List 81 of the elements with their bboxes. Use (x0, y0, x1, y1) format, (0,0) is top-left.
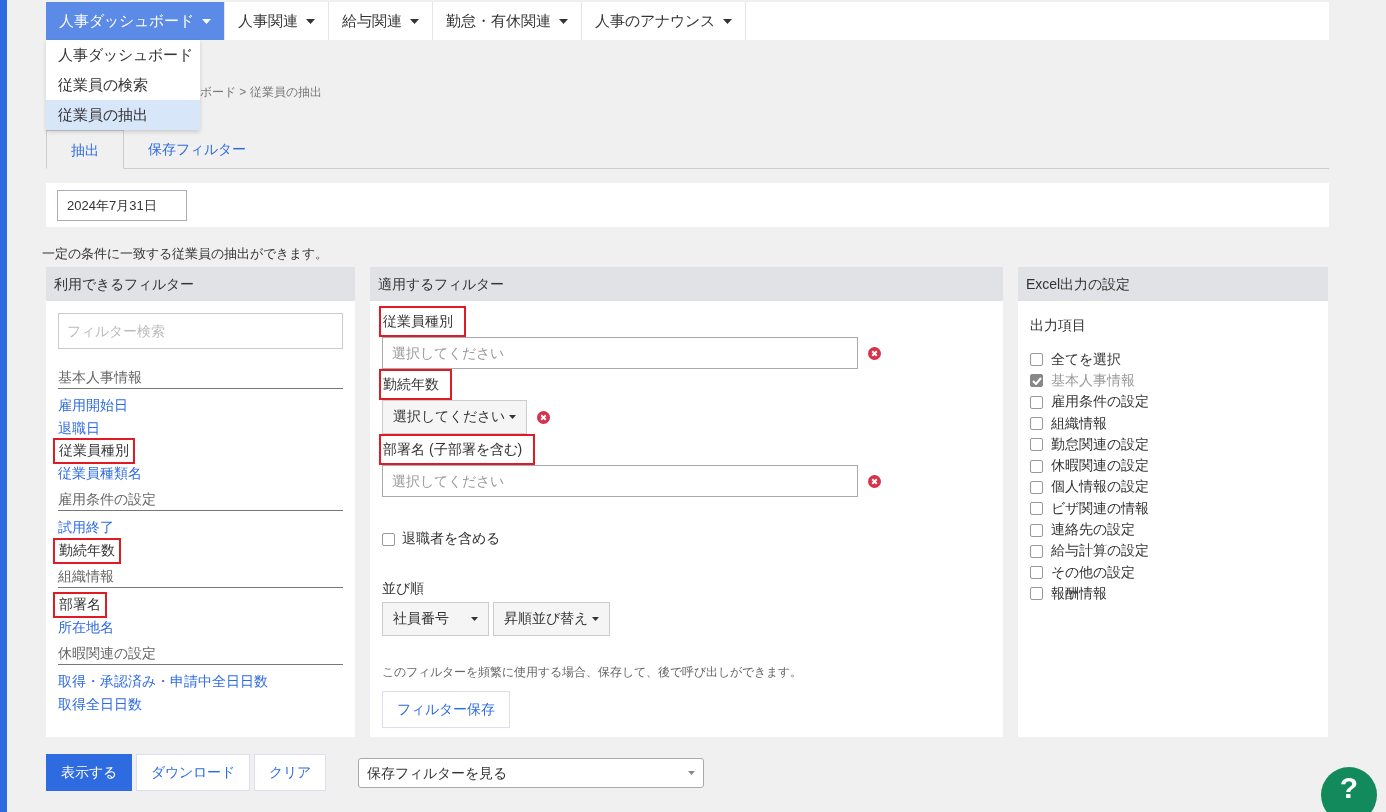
caret-icon (202, 18, 211, 24)
filter-label: 従業員種別 (382, 309, 463, 334)
checkbox[interactable] (1030, 395, 1043, 409)
checkbox[interactable] (1030, 480, 1043, 494)
checkbox[interactable] (1030, 523, 1043, 537)
panel-title: 利用できるフィルター (46, 267, 355, 301)
save-filter-button[interactable]: フィルター保存 (382, 691, 510, 728)
checkbox[interactable] (1030, 587, 1043, 601)
checkbox-label: その他の設定 (1051, 563, 1135, 582)
caret-icon (410, 18, 419, 24)
caret-icon (559, 18, 568, 24)
section-title: 出力項目 (1030, 317, 1087, 335)
tab[interactable]: 保存フィルター (124, 130, 270, 168)
checkbox-label: 勤怠関連の設定 (1051, 435, 1149, 454)
menu-item[interactable]: 従業員の検索 (46, 70, 200, 100)
action-button[interactable]: 表示する (46, 754, 132, 791)
checkbox[interactable] (1030, 544, 1043, 558)
caret-icon (306, 18, 315, 24)
select-field[interactable]: 選択してください (382, 337, 858, 369)
filter-link[interactable]: 試用終了 (55, 519, 117, 538)
checkbox-label: 雇用条件の設定 (1051, 393, 1149, 412)
checkbox[interactable] (1030, 353, 1043, 367)
caret-icon (592, 617, 599, 621)
nav-menu[interactable]: 人事ダッシュボード (46, 2, 225, 40)
group-heading: 休暇関連の設定 (58, 643, 343, 665)
menu-item[interactable]: 従業員の抽出 (46, 100, 200, 130)
checkbox-label: 個人情報の設定 (1051, 478, 1149, 497)
menu-item[interactable]: 人事ダッシュボード (46, 40, 200, 70)
filter-link[interactable]: 雇用開始日 (55, 397, 131, 416)
sort-order-dropdown[interactable]: 昇順並び替え (493, 602, 610, 636)
group-heading: 基本人事情報 (58, 367, 343, 389)
checkbox-label: 連絡先の設定 (1051, 521, 1135, 539)
filter-label: 勤続年数 (382, 372, 449, 397)
description: 一定の条件に一致する従業員の抽出ができます。 (42, 245, 329, 263)
group-heading: 組織情報 (58, 566, 343, 588)
remove-icon[interactable] (537, 410, 550, 424)
checkbox-label: 給与計算の設定 (1051, 542, 1149, 561)
dropdown-button[interactable]: 選択してください (382, 400, 527, 434)
remove-icon[interactable] (868, 474, 881, 488)
filter-link[interactable]: 部署名 (55, 594, 105, 617)
checkbox-label: 全てを選択 (1051, 350, 1121, 369)
select-field[interactable]: 選択してください (382, 465, 858, 497)
search-field[interactable]: フィルター検索 (58, 313, 343, 349)
filter-link[interactable]: 取得・承認済み・申請中全日日数 (55, 673, 271, 692)
saved-filter-select[interactable]: 保存フィルターを見る (358, 757, 704, 788)
filter-link[interactable]: 従業員種類名 (55, 464, 145, 483)
checkbox-label: 組織情報 (1051, 414, 1107, 433)
filter-label: 部署名 (子部署を含む) (382, 437, 533, 462)
caret-icon (471, 617, 478, 621)
remove-icon[interactable] (868, 346, 881, 360)
filter-link[interactable]: 勤続年数 (55, 539, 119, 562)
checkbox-label: ビザ関連の情報 (1051, 499, 1149, 518)
checkbox[interactable] (1030, 417, 1043, 431)
filter-link[interactable]: 取得全日日数 (55, 695, 145, 714)
checkbox[interactable] (1030, 566, 1043, 580)
group-heading: 雇用条件の設定 (58, 489, 343, 511)
save-hint: このフィルターを頻繁に使用する場合、保存して、後で呼び出しができます。 (382, 664, 803, 681)
checkbox[interactable] (382, 532, 395, 546)
filter-link[interactable]: 従業員種別 (55, 440, 133, 463)
checkbox-label: 報酬情報 (1051, 584, 1107, 603)
sort-field-dropdown[interactable]: 社員番号 (382, 602, 489, 636)
caret-icon (688, 770, 695, 775)
checkbox[interactable] (1030, 459, 1043, 473)
checkbox-label: 基本人事情報 (1051, 371, 1135, 390)
checkbox-label: 休暇関連の設定 (1051, 457, 1149, 476)
caret-icon (509, 415, 516, 419)
panel-title: Excel出力の設定 (1018, 267, 1328, 301)
checkbox-label: 退職者を含める (402, 530, 500, 548)
checkbox[interactable] (1030, 438, 1043, 452)
tab[interactable]: 抽出 (46, 130, 124, 169)
caret-icon (723, 18, 732, 24)
breadcrumb: ボード > 従業員の抽出 (200, 84, 322, 101)
panel-title: 適用するフィルター (370, 267, 1003, 301)
action-button[interactable]: クリア (254, 754, 326, 791)
filter-link[interactable]: 退職日 (55, 419, 103, 438)
filter-link[interactable]: 所在地名 (55, 618, 117, 637)
action-button[interactable]: ダウンロード (136, 754, 250, 791)
checkbox[interactable] (1030, 502, 1043, 516)
sort-label: 並び順 (382, 580, 425, 598)
date-field[interactable]: 2024年7月31日 (57, 189, 187, 221)
help-button[interactable]: ? (1321, 767, 1377, 812)
